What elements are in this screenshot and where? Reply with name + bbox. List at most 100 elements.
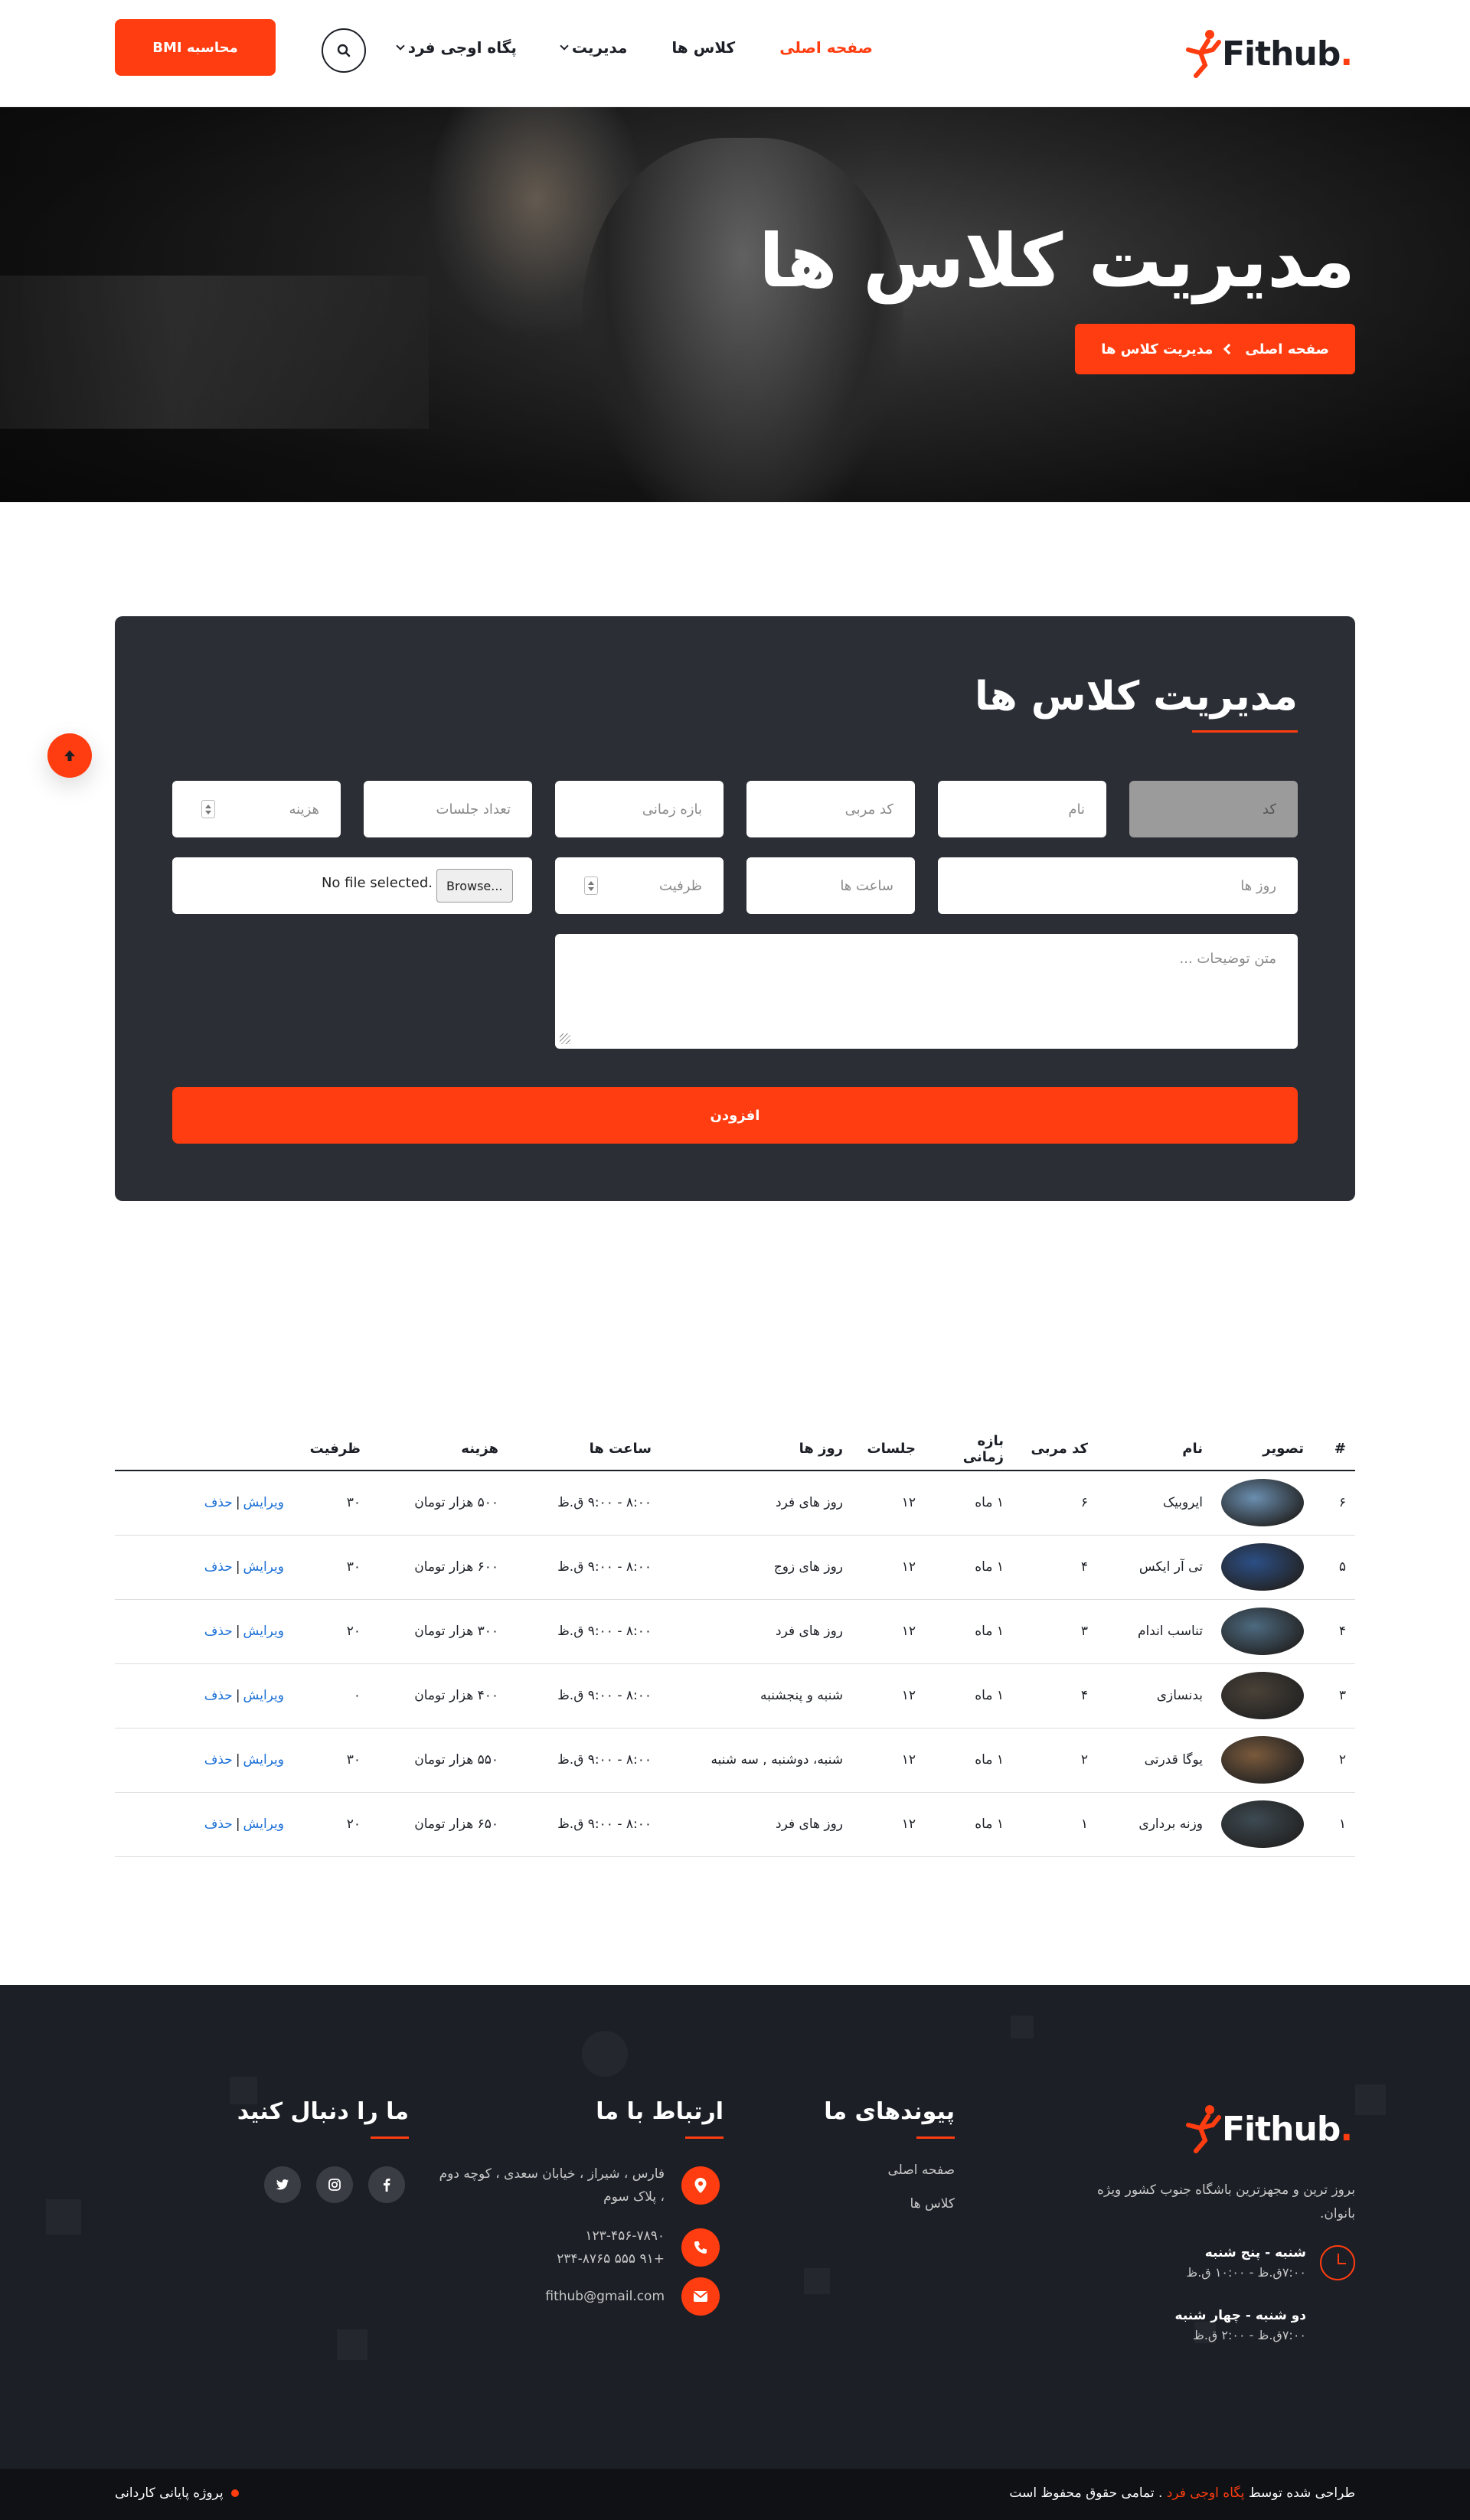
col-index: # [1313,1428,1355,1471]
main-nav: صفحه اصلی کلاس ها مدیریت پگاه اوجی فرد [396,38,873,57]
days-field[interactable]: روز ها [938,857,1298,914]
links-title: پیوندهای ما [824,2098,955,2125]
row-sessions: ۱۲ [852,1792,925,1857]
logo[interactable]: Fithub. [1179,23,1355,84]
row-index: ۱ [1313,1792,1355,1857]
breadcrumb-home[interactable]: صفحه اصلی [1245,341,1329,357]
coach-code-field[interactable]: کد مربی [746,781,915,837]
number-stepper[interactable] [584,876,598,895]
decor-square [46,2199,81,2234]
sessions-placeholder: تعداد جلسات [436,801,511,818]
row-period: ۱ ماه [925,1599,1013,1664]
twitter-icon[interactable] [264,2166,301,2203]
row-index: ۲ [1313,1728,1355,1793]
hours-day: شنبه - پنج شنبه [1204,2245,1306,2260]
facebook-icon[interactable] [368,2166,405,2203]
add-class-button[interactable]: افزودن [172,1087,1298,1144]
col-capacity: ظرفیت [293,1428,370,1471]
row-hours: ۸:۰۰ - ۹:۰۰ ق.ظ [508,1599,661,1664]
action-separator: | [235,1688,240,1703]
edit-link[interactable]: ویرایش [243,1495,284,1510]
instagram-icon[interactable] [316,2166,353,2203]
row-sessions: ۱۲ [852,1471,925,1536]
contact-title: ارتباط با ما [596,2098,724,2125]
runner-logo-icon [1186,2105,1221,2153]
class-thumbnail [1221,1479,1304,1527]
delete-link[interactable]: حذف [204,1752,233,1768]
decor-square [1355,2084,1386,2115]
edit-link[interactable]: ویرایش [243,1688,284,1703]
row-image-cell [1212,1535,1313,1600]
map-pin-icon [681,2166,720,2205]
image-file-input[interactable]: Browse... No file selected. [172,857,532,914]
footer-link-home[interactable]: صفحه اصلی [888,2163,955,2178]
delete-link[interactable]: حذف [204,1559,233,1575]
browse-button[interactable]: Browse... [436,869,513,903]
action-separator: | [235,1495,240,1511]
table-header-row: # تصویر نام کد مربی بازه زمانی جلسات روز… [115,1428,1355,1471]
row-hours: ۸:۰۰ - ۹:۰۰ ق.ظ [508,1663,661,1728]
class-thumbnail [1221,1672,1304,1719]
page-title: مدیریت کلاس ها [759,218,1355,304]
coach-code-placeholder: کد مربی [844,801,893,818]
row-days: شنبه، دوشنبه , سه شنبه [661,1728,852,1793]
row-actions: ویرایش|حذف [115,1471,293,1536]
row-actions: ویرایش|حذف [115,1663,293,1728]
delete-link[interactable]: حذف [204,1495,233,1510]
phone-2[interactable]: +۹۱ ۵۵۵ ۲۳۴-۸۷۶۵ [435,2247,665,2270]
nav-home[interactable]: صفحه اصلی [779,38,873,57]
hours-placeholder: ساعت ها [840,877,893,894]
footer-logo-text: Fithub. [1222,2109,1353,2149]
row-name: تناسب اندام [1097,1599,1212,1664]
row-actions: ویرایش|حذف [115,1728,293,1793]
row-name: وزنه برداری [1097,1792,1212,1857]
edit-link[interactable]: ویرایش [243,1817,284,1832]
row-period: ۱ ماه [925,1663,1013,1728]
row-actions: ویرایش|حذف [115,1792,293,1857]
row-hours: ۸:۰۰ - ۹:۰۰ ق.ظ [508,1471,661,1536]
sessions-field[interactable]: تعداد جلسات [364,781,532,837]
site-footer: Fithub. بروز ترین و مجهزترین باشگاه جنوب… [0,1985,1470,2469]
edit-link[interactable]: ویرایش [243,1752,284,1768]
decor-square [337,2329,368,2360]
project-text: پروژه پایانی کاردانی [115,2486,224,2501]
row-actions: ویرایش|حذف [115,1535,293,1600]
title-underline [685,2136,724,2139]
row-index: ۳ [1313,1663,1355,1728]
nav-user[interactable]: پگاه اوجی فرد [396,38,517,57]
row-name: یوگا قدرتی [1097,1728,1212,1793]
delete-link[interactable]: حذف [204,1688,233,1703]
email-text[interactable]: fithub@gmail.com [435,2285,665,2308]
description-textarea[interactable]: متن توضیحات ... [555,934,1298,1049]
search-button[interactable] [322,28,366,73]
capacity-field[interactable]: ظرفیت [555,857,724,914]
nav-management[interactable]: مدیریت [560,38,627,57]
class-thumbnail [1221,1800,1304,1848]
period-field[interactable]: بازه زمانی [555,781,724,837]
edit-link[interactable]: ویرایش [243,1624,284,1639]
description-placeholder: متن توضیحات ... [1179,951,1276,967]
resize-handle[interactable] [560,1033,570,1044]
row-cost: ۴۰۰ هزار تومان [370,1663,508,1728]
row-image-cell [1212,1599,1313,1664]
footer-link-classes[interactable]: کلاس ها [910,2196,955,2212]
code-field[interactable]: کد [1129,781,1298,837]
hours-field[interactable]: ساعت ها [746,857,915,914]
col-name: نام [1097,1428,1212,1471]
scroll-to-top-button[interactable] [47,733,92,778]
delete-link[interactable]: حذف [204,1624,233,1639]
row-sessions: ۱۲ [852,1728,925,1793]
footer-logo[interactable]: Fithub. [1179,2098,1355,2159]
cost-field[interactable]: هزینه [172,781,341,837]
title-underline [371,2136,409,2139]
name-field[interactable]: نام [938,781,1106,837]
row-capacity: ۳۰ [293,1728,370,1793]
phone-1[interactable]: ۱۲۳-۴۵۶-۷۸۹۰ [435,2225,665,2247]
delete-link[interactable]: حذف [204,1817,233,1832]
class-thumbnail [1221,1608,1304,1655]
nav-classes[interactable]: کلاس ها [671,38,735,57]
number-stepper[interactable] [201,800,215,818]
copyright-author[interactable]: پگاه اوجی فرد [1167,2486,1245,2501]
bmi-button[interactable]: محاسبه BMI [115,19,276,76]
edit-link[interactable]: ویرایش [243,1559,284,1575]
